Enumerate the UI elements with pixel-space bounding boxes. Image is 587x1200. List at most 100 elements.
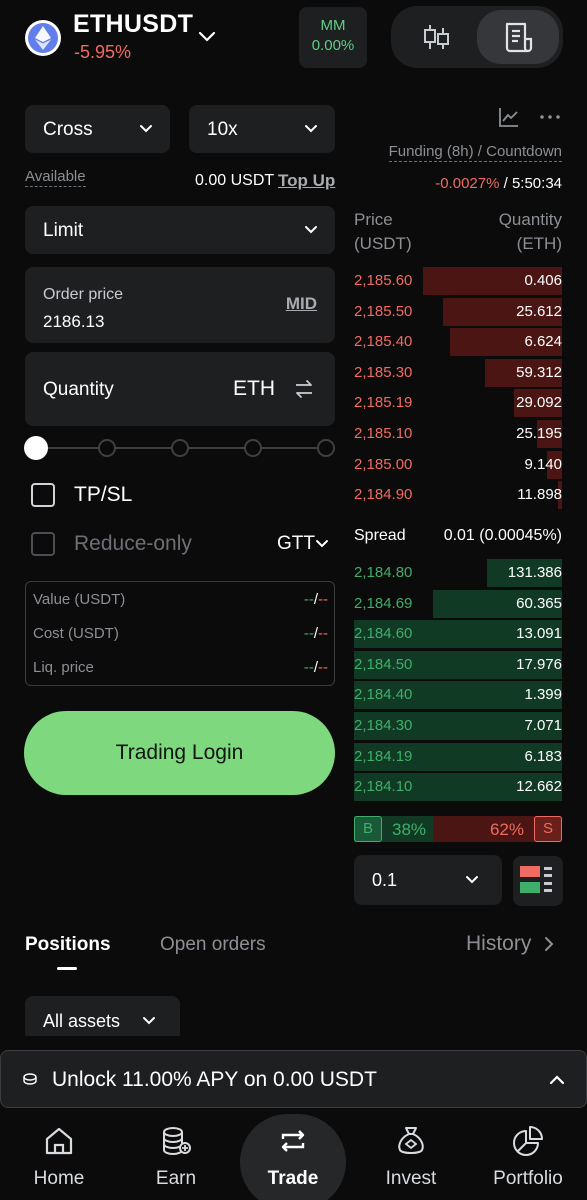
- nav-earn[interactable]: Earn: [121, 1110, 231, 1200]
- quantity-field[interactable]: Quantity ETH: [25, 352, 335, 426]
- ask-quantity: 25.612: [516, 302, 562, 320]
- swap-icon[interactable]: [293, 378, 315, 400]
- funding-value: -0.0027% / 5:50:34: [435, 175, 562, 192]
- bid-price: 2,184.19: [354, 747, 413, 765]
- slider-step-75[interactable]: [244, 439, 262, 457]
- slider-thumb[interactable]: [24, 436, 48, 460]
- bid-row[interactable]: 2,184.10 12.662: [354, 773, 562, 802]
- ask-row[interactable]: 2,185.19 29.092: [354, 389, 562, 418]
- orderbook-view-button[interactable]: [477, 10, 559, 64]
- bid-row[interactable]: 2,184.80 131.386: [354, 559, 562, 587]
- money-bag-icon: [398, 1127, 424, 1154]
- buy-percent: 38%: [392, 820, 427, 839]
- ask-quantity: 59.312: [516, 363, 562, 381]
- bid-row[interactable]: 2,184.30 7.071: [354, 712, 562, 740]
- nav-invest[interactable]: Invest: [356, 1110, 466, 1200]
- bid-price: 2,184.10: [354, 778, 413, 796]
- header: ETHUSDT -5.95% MM 0.00%: [0, 0, 587, 80]
- ask-row[interactable]: 2,185.00 9.140: [354, 450, 562, 479]
- ask-quantity: 29.092: [516, 394, 562, 412]
- order-price-input[interactable]: 2186.13: [43, 312, 104, 332]
- active-tab-indicator: [57, 967, 77, 970]
- tpsl-label[interactable]: TP/SL: [74, 483, 132, 507]
- depth-step-select[interactable]: 0.1: [354, 855, 502, 905]
- tpsl-checkbox[interactable]: [31, 483, 55, 507]
- ask-row[interactable]: 2,184.90 11.898: [354, 481, 562, 510]
- apy-banner[interactable]: Unlock 11.00% APY on 0.00 USDT: [0, 1050, 587, 1108]
- chevron-up-icon[interactable]: [548, 1071, 566, 1089]
- slider-step-25[interactable]: [98, 439, 116, 457]
- bid-quantity: 17.976: [516, 655, 562, 673]
- view-toggle: [391, 6, 563, 68]
- more-icon[interactable]: [538, 105, 562, 129]
- tab-open-orders[interactable]: Open orders: [160, 934, 266, 956]
- history-link[interactable]: History: [466, 932, 531, 956]
- available-label[interactable]: Available: [25, 168, 86, 187]
- summary-row: Value (USDT) --/--: [33, 591, 328, 611]
- nav-invest-label: Invest: [385, 1168, 437, 1189]
- bid-row[interactable]: 2,184.50 17.976: [354, 650, 562, 679]
- funding-label[interactable]: Funding (8h) / Countdown: [388, 143, 562, 162]
- ask-price: 2,185.30: [354, 363, 413, 381]
- slider-step-100[interactable]: [317, 439, 335, 457]
- chart-line-icon[interactable]: [497, 105, 521, 129]
- asset-filter-value: All assets: [43, 1011, 121, 1031]
- order-price-field[interactable]: Order price 2186.13 MID: [25, 267, 335, 343]
- sell-percent: 62%: [489, 820, 524, 839]
- eth-coin-icon: [25, 20, 61, 56]
- bid-quantity: 13.091: [516, 625, 562, 643]
- ask-price: 2,185.19: [354, 394, 413, 412]
- chevron-right-icon[interactable]: [541, 936, 557, 952]
- leverage-select[interactable]: 10x: [189, 105, 335, 153]
- order-summary: Value (USDT) --/-- Cost (USDT) --/-- Liq…: [25, 581, 335, 686]
- bid-price: 2,184.40: [354, 686, 413, 704]
- swap-arrows-icon: [281, 1130, 305, 1152]
- bid-quantity: 12.662: [516, 778, 562, 796]
- mm-value: 0.00%: [311, 37, 355, 54]
- chevron-down-icon: [305, 125, 317, 133]
- nav-home[interactable]: Home: [4, 1110, 114, 1200]
- summary-label: Liq. price: [33, 659, 94, 676]
- time-in-force-select[interactable]: GTT: [277, 533, 315, 555]
- mm-label: MM: [320, 17, 346, 34]
- order-type-select[interactable]: Limit: [25, 206, 335, 254]
- reduce-only-checkbox[interactable]: [31, 532, 55, 556]
- orderbook-layout-button[interactable]: [513, 856, 563, 906]
- mid-price-button[interactable]: MID: [286, 294, 317, 314]
- summary-value: --/--: [303, 625, 328, 642]
- chevron-down-icon: [140, 125, 152, 133]
- candlestick-view-button[interactable]: [395, 10, 477, 64]
- top-up-link[interactable]: Top Up: [278, 171, 335, 191]
- ask-row[interactable]: 2,185.50 25.612: [354, 297, 562, 326]
- bid-row[interactable]: 2,184.69 60.365: [354, 589, 562, 618]
- bid-row[interactable]: 2,184.60 13.091: [354, 620, 562, 649]
- nav-home-label: Home: [33, 1168, 85, 1189]
- reduce-only-label[interactable]: Reduce-only: [74, 532, 192, 556]
- bid-row[interactable]: 2,184.40 1.399: [354, 681, 562, 710]
- pair-name[interactable]: ETHUSDT: [73, 10, 193, 39]
- ask-price: 2,185.50: [354, 302, 413, 320]
- mm-indicator[interactable]: MM 0.00%: [299, 7, 367, 68]
- nav-trade[interactable]: Trade: [238, 1110, 348, 1200]
- bid-quantity: 60.365: [516, 594, 562, 612]
- bottom-nav: Home Earn Trade Invest Portfolio: [0, 1110, 587, 1200]
- asset-filter-select[interactable]: All assets: [25, 996, 180, 1036]
- bid-row[interactable]: 2,184.19 6.183: [354, 742, 562, 771]
- tab-positions[interactable]: Positions: [25, 934, 111, 956]
- quantity-unit[interactable]: ETH: [233, 377, 275, 401]
- chevron-down-icon[interactable]: [315, 537, 329, 551]
- nav-portfolio[interactable]: Portfolio: [473, 1110, 583, 1200]
- pie-chart-icon: [513, 1126, 543, 1156]
- ask-row[interactable]: 2,185.10 25.195: [354, 420, 562, 448]
- bid-price: 2,184.50: [354, 655, 413, 673]
- price-column-header: Price (USDT): [354, 210, 412, 253]
- trading-login-button[interactable]: Trading Login: [24, 711, 335, 795]
- order-type-value: Limit: [43, 220, 84, 241]
- ask-row[interactable]: 2,185.60 0.406: [354, 267, 562, 295]
- slider-step-50[interactable]: [171, 439, 189, 457]
- ask-row[interactable]: 2,185.40 6.624: [354, 328, 562, 357]
- ask-row[interactable]: 2,185.30 59.312: [354, 358, 562, 387]
- margin-mode-select[interactable]: Cross: [25, 105, 170, 153]
- chevron-down-icon[interactable]: [196, 25, 218, 47]
- quantity-column-header: Quantity (ETH): [498, 210, 562, 253]
